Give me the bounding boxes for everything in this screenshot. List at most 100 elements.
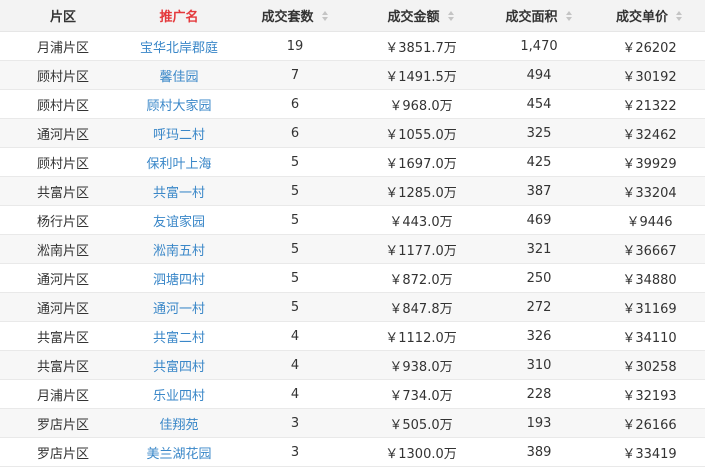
cell-deal-amount: ￥872.0万 [389,272,453,288]
table-row: 顾村片区 保利叶上海 5 ￥1697.0万 425 ￥39929 [0,148,705,177]
cell-promo-name[interactable]: 顾村大家园 [126,90,232,119]
cell-deal-amount: ￥938.0万 [389,359,453,375]
cell-unit-price: ￥31169 [622,301,677,317]
table-row: 顾村片区 顾村大家园 6 ￥968.0万 454 ￥21322 [0,90,705,119]
cell-deal-amount: ￥1491.5万 [385,69,457,85]
header-district: 片区 [0,0,126,32]
cell-deal-count: 5 [290,183,300,199]
cell-deal-area: 326 [526,328,552,344]
header-district-label: 片区 [49,10,76,25]
cell-promo-name[interactable]: 通河一村 [126,293,232,322]
cell-unit-price: ￥36667 [622,243,677,259]
cell-unit-price: ￥32462 [622,127,677,143]
cell-deal-area: 228 [526,386,552,402]
cell-district: 共富片区 [36,330,89,346]
header-row: 片区 推广名 成交套数 成交金额 成交面积 成交单价 [0,0,705,32]
cell-deal-area: 387 [526,183,552,199]
cell-deal-amount: ￥1285.0万 [385,185,457,201]
cell-unit-price: ￥30258 [622,359,677,375]
cell-deal-amount: ￥968.0万 [389,98,453,114]
cell-deal-amount: ￥443.0万 [389,214,453,230]
cell-district: 顾村片区 [36,98,89,114]
cell-deal-count: 3 [290,444,300,460]
cell-deal-area: 321 [526,241,552,257]
cell-deal-area: 454 [526,96,552,112]
cell-deal-count: 5 [290,270,300,286]
cell-promo-name[interactable]: 宝华北岸郡庭 [126,32,232,61]
cell-unit-price: ￥34880 [622,272,677,288]
cell-district: 通河片区 [36,272,89,288]
cell-unit-price: ￥26166 [622,417,677,433]
cell-deal-count: 5 [290,241,300,257]
table-row: 通河片区 呼玛二村 6 ￥1055.0万 325 ￥32462 [0,118,705,148]
cell-unit-price: ￥32193 [622,388,677,404]
header-unit-price[interactable]: 成交单价 [594,0,705,32]
cell-district: 罗店片区 [36,446,89,462]
cell-deal-count: 4 [290,328,300,344]
cell-unit-price: ￥33204 [622,185,677,201]
cell-promo-name[interactable]: 馨佳园 [126,61,232,90]
sort-icon[interactable] [321,10,329,21]
cell-promo-name[interactable]: 呼玛二村 [126,119,232,148]
cell-deal-area: 389 [526,444,552,460]
sort-icon[interactable] [676,10,683,21]
cell-promo-name[interactable]: 友谊家园 [126,206,232,235]
cell-deal-area: 272 [526,299,552,315]
sort-icon[interactable] [565,10,573,21]
cell-district: 月浦片区 [36,388,89,404]
header-deal-amount-label: 成交金额 [387,10,440,25]
cell-district: 共富片区 [36,359,89,375]
table-row: 通河片区 通河一村 5 ￥847.8万 272 ￥31169 [0,292,705,322]
cell-district: 月浦片区 [36,40,89,56]
header-unit-price-label: 成交单价 [615,10,668,25]
header-deal-area-label: 成交面积 [505,10,558,25]
table-row: 罗店片区 佳翔苑 3 ￥505.0万 193 ￥26166 [0,408,705,438]
cell-deal-amount: ￥1112.0万 [385,330,457,346]
cell-deal-amount: ￥1300.0万 [385,446,457,462]
header-promo-name[interactable]: 推广名 [126,0,232,32]
cell-district: 淞南片区 [36,243,89,259]
cell-unit-price: ￥39929 [622,156,677,172]
cell-deal-amount: ￥1697.0万 [385,156,457,172]
cell-promo-name[interactable]: 保利叶上海 [126,148,232,177]
cell-district: 通河片区 [36,127,89,143]
cell-deal-count: 4 [290,357,300,373]
cell-promo-name[interactable]: 共富二村 [126,322,232,351]
cell-unit-price: ￥9446 [626,214,673,230]
cell-promo-name[interactable]: 乐业四村 [126,380,232,409]
cell-deal-amount: ￥1177.0万 [385,243,457,259]
cell-deal-amount: ￥505.0万 [389,417,453,433]
cell-promo-name[interactable]: 佳翔苑 [126,409,232,438]
header-deal-count-label: 成交套数 [261,10,314,25]
transaction-table: 片区 推广名 成交套数 成交金额 成交面积 成交单价 月浦片区 宝华北岸郡庭 19 ￥… [0,0,705,467]
cell-deal-count: 7 [290,67,300,83]
cell-deal-area: 1,470 [520,38,558,54]
cell-unit-price: ￥33419 [622,446,677,462]
header-deal-area[interactable]: 成交面积 [484,0,594,32]
cell-district: 共富片区 [36,185,89,201]
header-deal-amount[interactable]: 成交金额 [358,0,484,32]
cell-unit-price: ￥30192 [622,69,677,85]
cell-district: 杨行片区 [36,214,89,230]
cell-district: 通河片区 [36,301,89,317]
cell-deal-amount: ￥847.8万 [389,301,453,317]
table-header: 片区 推广名 成交套数 成交金额 成交面积 成交单价 [0,0,705,32]
header-deal-count[interactable]: 成交套数 [232,0,358,32]
cell-unit-price: ￥21322 [622,98,677,114]
cell-deal-amount: ￥3851.7万 [385,40,457,56]
cell-promo-name[interactable]: 共富四村 [126,351,232,380]
cell-district: 罗店片区 [36,417,89,433]
cell-promo-name[interactable]: 美兰湖花园 [126,438,232,467]
cell-promo-name[interactable]: 泗塘四村 [126,264,232,293]
cell-promo-name[interactable]: 共富一村 [126,177,232,206]
header-promo-name-label: 推广名 [159,10,199,25]
cell-district: 顾村片区 [36,69,89,85]
sort-icon[interactable] [447,10,455,21]
cell-deal-count: 4 [290,386,300,402]
cell-deal-amount: ￥1055.0万 [385,127,457,143]
cell-unit-price: ￥34110 [622,330,677,346]
cell-unit-price: ￥26202 [622,40,677,56]
cell-promo-name[interactable]: 淞南五村 [126,235,232,264]
cell-district: 顾村片区 [36,156,89,172]
cell-deal-area: 469 [526,212,552,228]
